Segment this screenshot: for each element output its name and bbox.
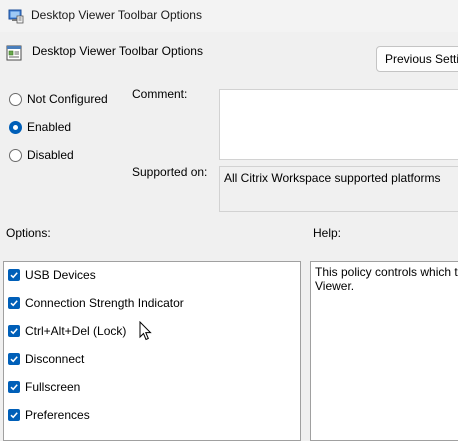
radio-disabled[interactable]: Disabled xyxy=(9,146,74,164)
radio-disabled-indicator[interactable] xyxy=(9,148,22,162)
option-label: Preferences xyxy=(25,408,90,422)
radio-not-configured[interactable]: Not Configured xyxy=(9,90,108,108)
checkbox-connection-strength[interactable] xyxy=(8,297,20,309)
option-usb-devices[interactable]: USB Devices xyxy=(8,267,96,283)
previous-setting-button[interactable]: Previous Setting xyxy=(376,46,458,72)
option-preferences[interactable]: Preferences xyxy=(8,407,90,423)
checkbox-ctrl-alt-del[interactable] xyxy=(8,325,20,337)
supported-on-value: All Citrix Workspace supported platforms xyxy=(224,171,441,185)
title-bar: Desktop Viewer Toolbar Options xyxy=(0,0,458,32)
checkmark-icon xyxy=(10,384,18,391)
supported-on-label: Supported on: xyxy=(132,165,208,179)
window-title: Desktop Viewer Toolbar Options xyxy=(31,8,202,22)
mouse-pointer-icon xyxy=(139,321,152,341)
checkmark-icon xyxy=(10,412,18,419)
comment-field[interactable] xyxy=(219,89,458,160)
checkbox-usb-devices[interactable] xyxy=(8,269,20,281)
option-connection-strength[interactable]: Connection Strength Indicator xyxy=(8,295,184,311)
checkmark-icon xyxy=(10,272,18,279)
checkbox-fullscreen[interactable] xyxy=(8,381,20,393)
policy-window-icon xyxy=(8,9,24,24)
comment-label: Comment: xyxy=(132,87,188,101)
option-label: Disconnect xyxy=(25,352,85,366)
checkmark-icon xyxy=(10,356,18,363)
checkbox-disconnect[interactable] xyxy=(8,353,20,365)
option-label: USB Devices xyxy=(25,268,96,282)
policy-setting-icon xyxy=(6,45,22,61)
option-disconnect[interactable]: Disconnect xyxy=(8,351,84,367)
radio-enabled[interactable]: Enabled xyxy=(9,118,71,136)
radio-enabled-label: Enabled xyxy=(27,120,72,134)
radio-not-configured-indicator[interactable] xyxy=(9,92,22,106)
option-label: Ctrl+Alt+Del (Lock) xyxy=(25,324,127,338)
options-label: Options: xyxy=(6,226,51,240)
radio-not-configured-label: Not Configured xyxy=(27,92,108,106)
help-label: Help: xyxy=(313,226,342,240)
setting-title: Desktop Viewer Toolbar Options xyxy=(32,44,203,58)
option-label: Connection Strength Indicator xyxy=(25,296,184,310)
radio-disabled-label: Disabled xyxy=(27,148,74,162)
help-panel: This policy controls which t Viewer. xyxy=(310,261,458,441)
checkmark-icon xyxy=(10,300,18,307)
checkbox-preferences[interactable] xyxy=(8,409,20,421)
radio-enabled-indicator[interactable] xyxy=(9,120,22,134)
option-fullscreen[interactable]: Fullscreen xyxy=(8,379,80,395)
option-label: Fullscreen xyxy=(25,380,81,394)
checkmark-icon xyxy=(10,328,18,335)
option-ctrl-alt-del[interactable]: Ctrl+Alt+Del (Lock) xyxy=(8,323,126,339)
